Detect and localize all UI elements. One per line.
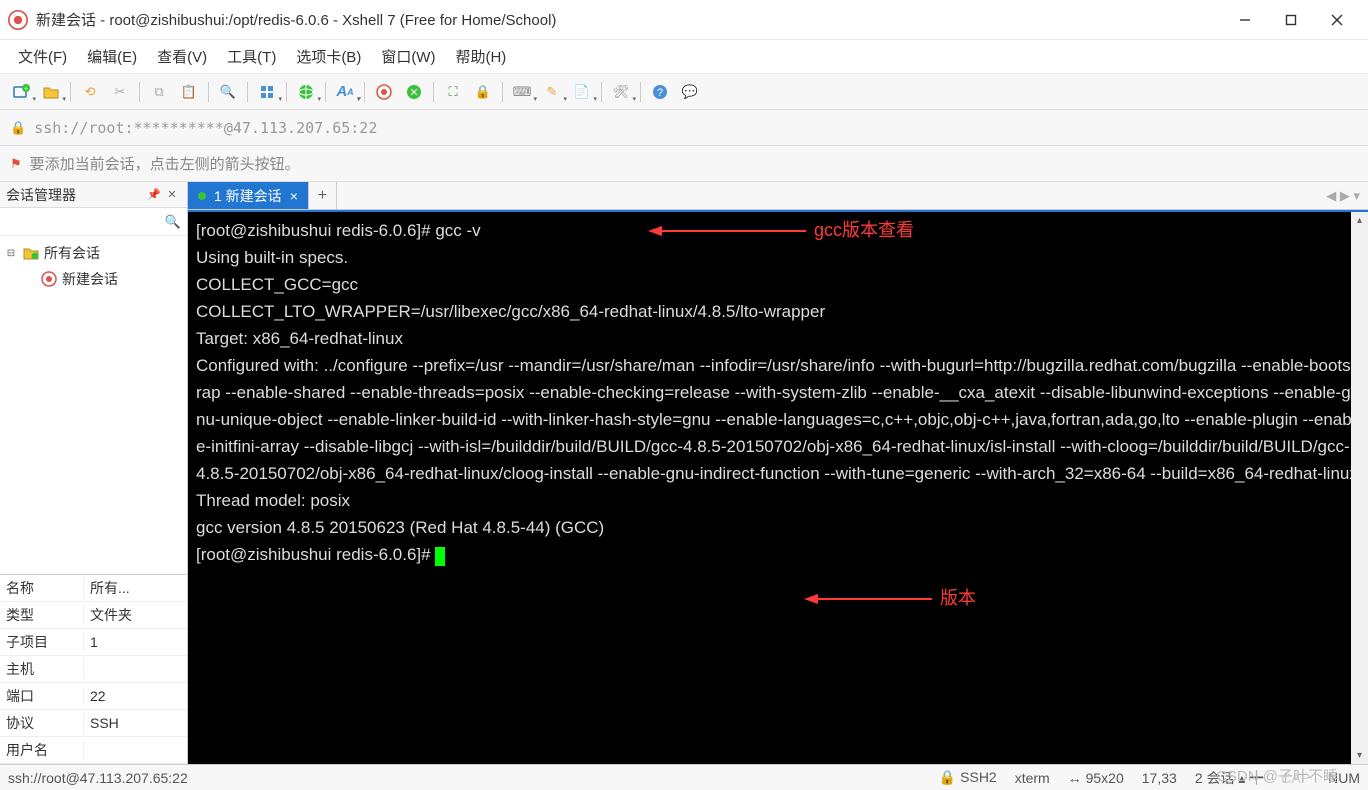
help-icon[interactable]: ?	[647, 79, 673, 105]
address-text[interactable]: ssh://root:**********@47.113.207.65:22	[34, 119, 377, 137]
session-manager-panel: 会话管理器 📌 ✕ 🔍 ⊟ 所有会话 新建会话 名称所有... 类型文件夹 子项…	[0, 182, 188, 764]
app-logo-icon	[8, 10, 28, 30]
xshell-icon[interactable]	[371, 79, 397, 105]
xftp-icon[interactable]	[401, 79, 427, 105]
svg-text:?: ?	[657, 87, 663, 99]
tab-strip: 1 新建会话 × + ◀ ▶ ▾	[188, 182, 1368, 210]
pin-icon[interactable]: 📌	[145, 186, 163, 204]
menu-file[interactable]: 文件(F)	[8, 42, 77, 71]
menu-view[interactable]: 查看(V)	[147, 42, 217, 71]
status-ssh: 🔒 SSH2	[939, 769, 997, 786]
scroll-up-icon[interactable]: ▴	[1351, 212, 1368, 229]
panel-close-icon[interactable]: ✕	[163, 186, 181, 204]
folder-icon	[22, 244, 40, 262]
new-session-icon[interactable]: +▾	[8, 79, 34, 105]
svg-text:+: +	[24, 86, 28, 93]
panel-title: 会话管理器	[6, 185, 145, 205]
panel-filter: 🔍	[0, 208, 187, 236]
panel-header: 会话管理器 📌 ✕	[0, 182, 187, 208]
tab-scroll[interactable]: ◀ ▶ ▾	[1326, 182, 1368, 209]
feedback-icon[interactable]: 💬	[677, 79, 703, 105]
session-icon	[40, 270, 58, 288]
globe-icon[interactable]: ▾	[293, 79, 319, 105]
watermark: CSDN @子叶不睡	[1216, 765, 1338, 786]
menu-window[interactable]: 窗口(W)	[371, 42, 445, 71]
address-bar: 🔒 ssh://root:**********@47.113.207.65:22	[0, 110, 1368, 146]
fullscreen-icon[interactable]: ⛶	[440, 79, 466, 105]
terminal-output: [root@zishibushui redis-6.0.6]# gcc -v U…	[196, 218, 1360, 569]
tree-item-label: 新建会话	[62, 269, 118, 289]
maximize-button[interactable]	[1268, 4, 1314, 36]
prop-row: 子项目1	[0, 629, 187, 656]
keyboard-icon[interactable]: ⌨▾	[509, 79, 535, 105]
flag-icon: ⚑	[10, 156, 22, 172]
reconnect-icon[interactable]: ⟲	[77, 79, 103, 105]
disconnect-icon[interactable]: ✂	[107, 79, 133, 105]
prop-row: 名称所有...	[0, 575, 187, 602]
terminal[interactable]: [root@zishibushui redis-6.0.6]# gcc -v U…	[188, 210, 1368, 764]
prop-row: 类型文件夹	[0, 602, 187, 629]
prop-row: 用户名	[0, 737, 187, 764]
hint-text: 要添加当前会话，点击左侧的箭头按钮。	[30, 153, 300, 174]
font-icon[interactable]: AA▾	[332, 79, 358, 105]
minimize-button[interactable]	[1222, 4, 1268, 36]
window-title: 新建会话 - root@zishibushui:/opt/redis-6.0.6…	[36, 9, 1222, 30]
lock-status-icon: 🔒	[10, 120, 26, 136]
session-tree[interactable]: ⊟ 所有会话 新建会话	[0, 236, 187, 574]
annotation-version: 版本	[804, 586, 976, 611]
close-button[interactable]	[1314, 4, 1360, 36]
copy-icon[interactable]: ⧉	[146, 79, 172, 105]
prop-row: 端口22	[0, 683, 187, 710]
status-dot-icon	[198, 192, 206, 200]
tab-close-icon[interactable]: ×	[290, 188, 298, 204]
hint-bar: ⚑ 要添加当前会话，点击左侧的箭头按钮。	[0, 146, 1368, 182]
tree-collapse-icon[interactable]: ⊟	[4, 248, 18, 259]
main-area: 会话管理器 📌 ✕ 🔍 ⊟ 所有会话 新建会话 名称所有... 类型文件夹 子项…	[0, 182, 1368, 764]
find-icon[interactable]: 🔍	[215, 79, 241, 105]
tab-add-button[interactable]: +	[309, 182, 337, 209]
script-icon[interactable]: 📄▾	[569, 79, 595, 105]
open-session-icon[interactable]: ▾	[38, 79, 64, 105]
toolbar: +▾ ▾ ⟲ ✂ ⧉ 📋 🔍 ▾ ▾ AA▾ ⛶ 🔒 ⌨▾ ✎▾ 📄▾ 🛠▾ ?…	[0, 74, 1368, 110]
prop-row: 主机	[0, 656, 187, 683]
status-pos: 17,33	[1142, 770, 1177, 786]
menu-tools[interactable]: 工具(T)	[217, 42, 286, 71]
status-address: ssh://root@47.113.207.65:22	[8, 770, 921, 786]
terminal-scrollbar[interactable]: ▴ ▾	[1351, 212, 1368, 764]
prop-row: 协议SSH	[0, 710, 187, 737]
tools-icon[interactable]: 🛠▾	[608, 79, 634, 105]
status-term: xterm	[1015, 770, 1050, 786]
search-icon[interactable]: 🔍	[165, 214, 181, 230]
highlight-icon[interactable]: ✎▾	[539, 79, 565, 105]
status-size: ↔ 95x20	[1068, 770, 1124, 786]
menu-tab[interactable]: 选项卡(B)	[286, 42, 371, 71]
content-area: 1 新建会话 × + ◀ ▶ ▾ [root@zishibushui redis…	[188, 182, 1368, 764]
properties-icon[interactable]: ▾	[254, 79, 280, 105]
cursor-icon	[435, 547, 445, 566]
status-bar: ssh://root@47.113.207.65:22 🔒 SSH2 xterm…	[0, 764, 1368, 790]
properties-table: 名称所有... 类型文件夹 子项目1 主机 端口22 协议SSH 用户名	[0, 574, 187, 764]
tab-label: 1 新建会话	[214, 186, 282, 206]
menu-bar: 文件(F) 编辑(E) 查看(V) 工具(T) 选项卡(B) 窗口(W) 帮助(…	[0, 40, 1368, 74]
menu-help[interactable]: 帮助(H)	[445, 42, 516, 71]
tab-session[interactable]: 1 新建会话 ×	[188, 182, 309, 209]
lock-icon[interactable]: 🔒	[470, 79, 496, 105]
scroll-down-icon[interactable]: ▾	[1351, 747, 1368, 764]
title-bar: 新建会话 - root@zishibushui:/opt/redis-6.0.6…	[0, 0, 1368, 40]
menu-edit[interactable]: 编辑(E)	[77, 42, 147, 71]
tree-root-label: 所有会话	[44, 243, 100, 263]
tree-root[interactable]: ⊟ 所有会话	[4, 240, 183, 266]
paste-icon[interactable]: 📋	[176, 79, 202, 105]
tree-session-item[interactable]: 新建会话	[4, 266, 183, 292]
